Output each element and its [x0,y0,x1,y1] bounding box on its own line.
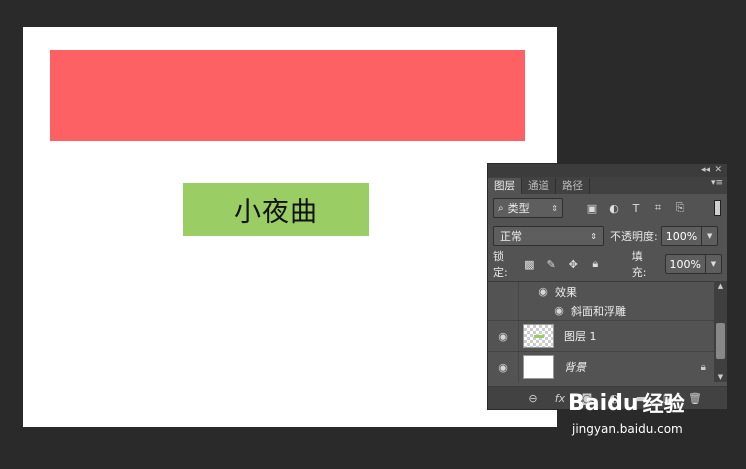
blend-mode-select[interactable]: 正常 ⇕ [493,226,604,246]
filter-type-select[interactable]: ⌕ 类型 ⇕ [493,198,563,218]
watermark-url: jingyan.baidu.com [572,422,683,436]
panel-tabs: 图层 通道 路径 ▾≡ [488,177,727,194]
tab-channels[interactable]: 通道 [522,178,556,194]
tab-layers[interactable]: 图层 [488,178,522,194]
opacity-label: 不透明度: [610,230,658,243]
green-box-text: 小夜曲 [234,197,318,228]
search-icon: ⌕ [498,202,504,214]
panel-menu-icon[interactable]: ▾≡ [711,178,723,188]
filter-toggle[interactable] [714,200,721,216]
layers-list: ◉ 效果 ◉ 斜面和浮雕 ◉ 图层 1 ◉ 背景 🔒︎ [488,281,716,382]
opacity-field[interactable]: 100% ▼ [660,226,719,246]
eye-icon[interactable]: ◉ [536,285,550,298]
eye-icon[interactable]: ◉ [488,321,519,351]
fill-field[interactable]: 100% ▼ [664,254,722,274]
lock-all-icon[interactable]: 🔒︎ [589,257,602,271]
watermark-brand-cn: 经验 [642,392,685,416]
chevron-down-icon[interactable]: ▼ [704,255,721,273]
layers-panel: ◂◂ ✕ 图层 通道 路径 ▾≡ ⌕ 类型 ⇕ ▣ ◐ T ⌗ ⎘ 正常 ⇕ 不… [487,163,728,410]
tab-paths[interactable]: 路径 [556,178,590,194]
chevron-updown-icon: ⇕ [551,203,558,213]
layers-scrollbar[interactable]: ▲ ▼ [714,281,727,382]
lock-icon: 🔒︎ [700,361,706,373]
red-rectangle [50,50,525,141]
image-icon[interactable]: ▣ [585,201,599,215]
blend-mode-value: 正常 [500,230,522,243]
chevron-down-icon[interactable]: ▼ [701,227,717,245]
layer-name: 背景 [564,361,586,374]
fill-label: 填充: [631,250,647,279]
bevel-emboss-row[interactable]: ◉ 斜面和浮雕 [488,301,716,320]
layer-thumbnail [523,324,554,348]
baidu-watermark: Baidu 经验 jingyan.baidu.com [568,388,708,437]
lock-position-icon[interactable]: ✥ [567,258,580,271]
scroll-down-icon[interactable]: ▼ [714,373,727,381]
layer-row-layer1[interactable]: ◉ 图层 1 [488,320,716,351]
scrollbar-thumb[interactable] [716,323,725,359]
blend-row: 正常 ⇕ 不透明度: 100% ▼ [488,222,727,250]
smart-object-icon[interactable]: ⎘ [673,201,687,215]
type-icon[interactable]: T [629,201,643,215]
shape-icon[interactable]: ⌗ [651,201,665,215]
filter-row: ⌕ 类型 ⇕ ▣ ◐ T ⌗ ⎘ [488,194,727,222]
collapse-icon[interactable]: ◂◂ [701,164,710,177]
filter-type-label: 类型 [507,202,530,215]
eye-icon[interactable]: ◉ [552,304,566,317]
watermark-brand-text: Baidu [568,390,639,416]
scroll-up-icon[interactable]: ▲ [714,282,727,290]
opacity-value: 100% [665,229,698,243]
effects-row[interactable]: ◉ 效果 [488,282,716,301]
eye-icon[interactable]: ◉ [488,352,519,382]
document-canvas: 小夜曲 [23,27,557,427]
effects-label: 效果 [555,285,577,299]
close-icon[interactable]: ✕ [714,164,722,177]
link-icon[interactable]: ⊖ [526,392,540,405]
green-text-box: 小夜曲 [183,183,369,236]
bevel-emboss-label: 斜面和浮雕 [571,304,626,318]
layer-name: 图层 1 [564,330,597,343]
adjustment-icon[interactable]: ◐ [607,201,621,215]
lock-row: 锁定: ▩ ✎ ✥ 🔒︎ 填充: 100% ▼ [488,250,727,279]
panel-title-bar: ◂◂ ✕ [488,164,727,177]
layer-thumbnail [523,355,554,379]
fill-value: 100% [669,257,701,271]
lock-transparent-icon[interactable]: ▩ [523,258,536,271]
fx-icon[interactable]: fx [553,392,567,405]
lock-label: 锁定: [493,250,508,279]
watermark-brand: Baidu 经验 [568,388,708,418]
chevron-updown-icon: ⇕ [590,231,597,241]
lock-paint-icon[interactable]: ✎ [545,258,558,271]
layer-row-background[interactable]: ◉ 背景 🔒︎ [488,351,716,382]
